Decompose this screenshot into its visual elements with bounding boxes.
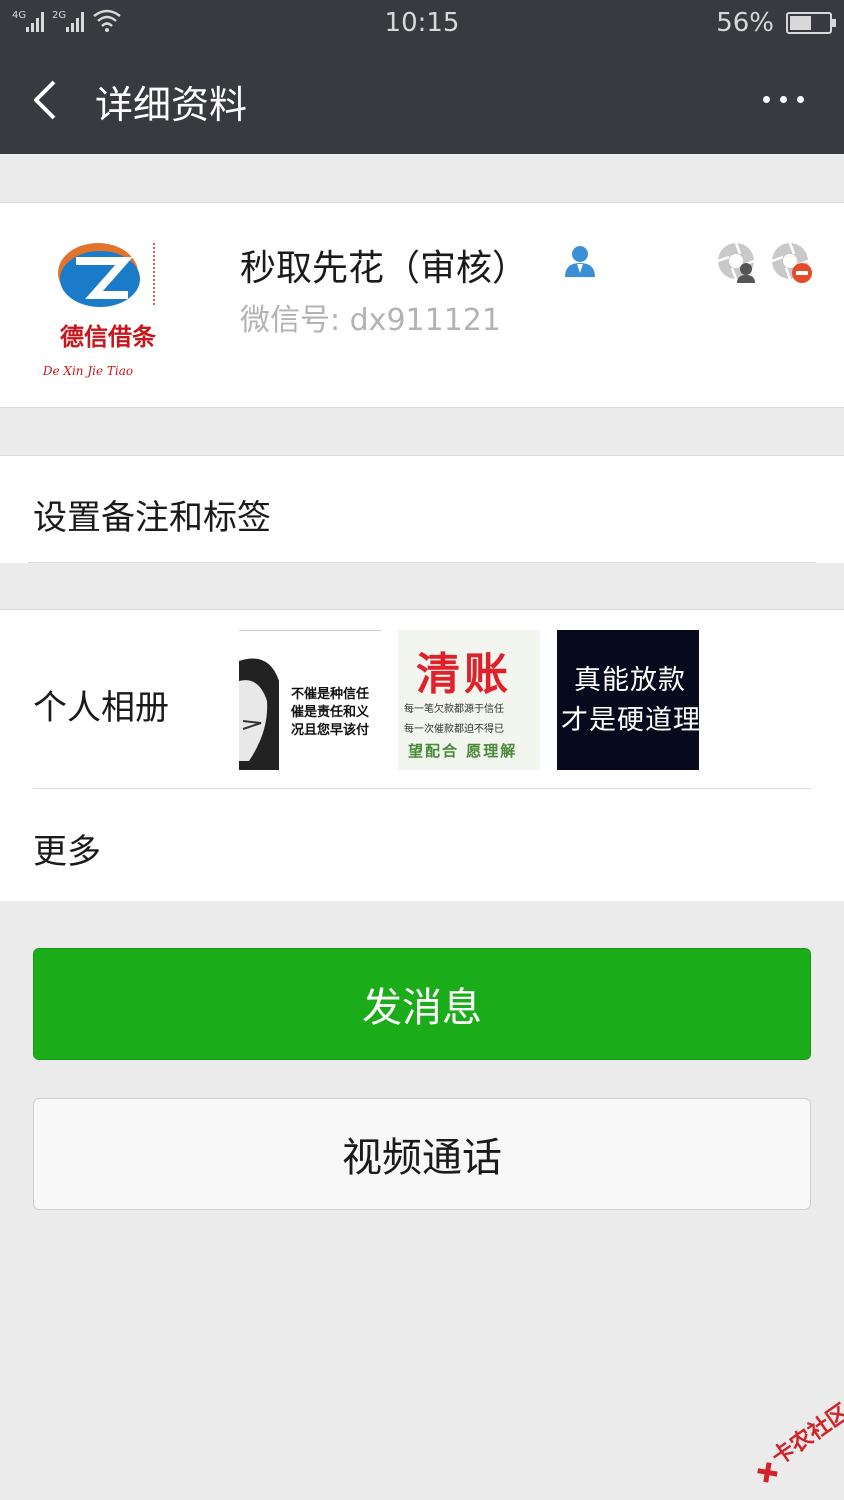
divider	[28, 562, 816, 563]
page-title: 详细资料	[95, 83, 248, 127]
remark-row[interactable]: 设置备注和标签	[0, 455, 844, 563]
thumb-2-line-2: 每一次催款都迫不得已	[404, 724, 504, 735]
moments-shutter-icon[interactable]	[716, 241, 758, 283]
thumb-2-line-1: 每一笔欠款都源于信任	[404, 704, 504, 715]
watermark-text: 卡农社区	[767, 1399, 844, 1471]
back-arrow-icon[interactable]	[30, 78, 60, 122]
send-message-button[interactable]: 发消息	[33, 948, 811, 1060]
status-bar: 4G 2G 10:15 56%	[0, 0, 844, 46]
avatar[interactable]: 德信借条 De Xin Jie Tiao	[32, 233, 184, 385]
thumb-2-footer: 望配合 愿理解	[408, 742, 518, 760]
video-call-button[interactable]: 视频通话	[33, 1098, 811, 1210]
battery-percent: 56%	[716, 8, 774, 38]
moments-blocked-icon[interactable]	[770, 241, 812, 283]
album-section: 个人相册 不催是种信任 催是责任和义 况且您早该付 清账 每一笔欠款都源于信任 …	[0, 609, 844, 901]
avatar-logo-text: 德信借条	[60, 323, 157, 351]
wechat-id: 微信号: dx911121	[240, 303, 501, 338]
more-options-icon[interactable]	[763, 96, 804, 103]
album-thumb-1[interactable]: 不催是种信任 催是责任和义 况且您早该付	[239, 630, 381, 770]
divider	[33, 788, 811, 789]
thumb-1-text: 不催是种信任 催是责任和义 况且您早该付	[291, 687, 370, 738]
remark-label: 设置备注和标签	[33, 498, 271, 538]
album-thumb-3[interactable]: 真能放款 才是硬道理	[557, 630, 699, 770]
watermark-logo: 卡农社区	[757, 1399, 844, 1483]
thumb-2-title: 清账	[416, 649, 512, 700]
avatar-logo-sub: De Xin Jie Tiao	[42, 364, 133, 378]
album-thumb-2[interactable]: 清账 每一笔欠款都源于信任 每一次催款都迫不得已 望配合 愿理解	[398, 630, 540, 770]
battery-area: 56%	[716, 8, 836, 38]
contact-name: 秒取先花（审核）	[240, 248, 529, 289]
nav-bar: 详细资料	[0, 46, 844, 154]
more-row[interactable]: 更多	[33, 824, 101, 873]
album-label[interactable]: 个人相册	[33, 680, 169, 729]
thumb-3-line-2: 才是硬道理	[561, 705, 699, 736]
profile-card: 德信借条 De Xin Jie Tiao 秒取先花（审核） 微信号: dx911…	[0, 202, 844, 408]
meme-face-icon	[239, 658, 279, 770]
thumb-3-line-1: 真能放款	[574, 665, 686, 696]
person-icon	[565, 246, 595, 277]
battery-icon	[786, 12, 836, 34]
